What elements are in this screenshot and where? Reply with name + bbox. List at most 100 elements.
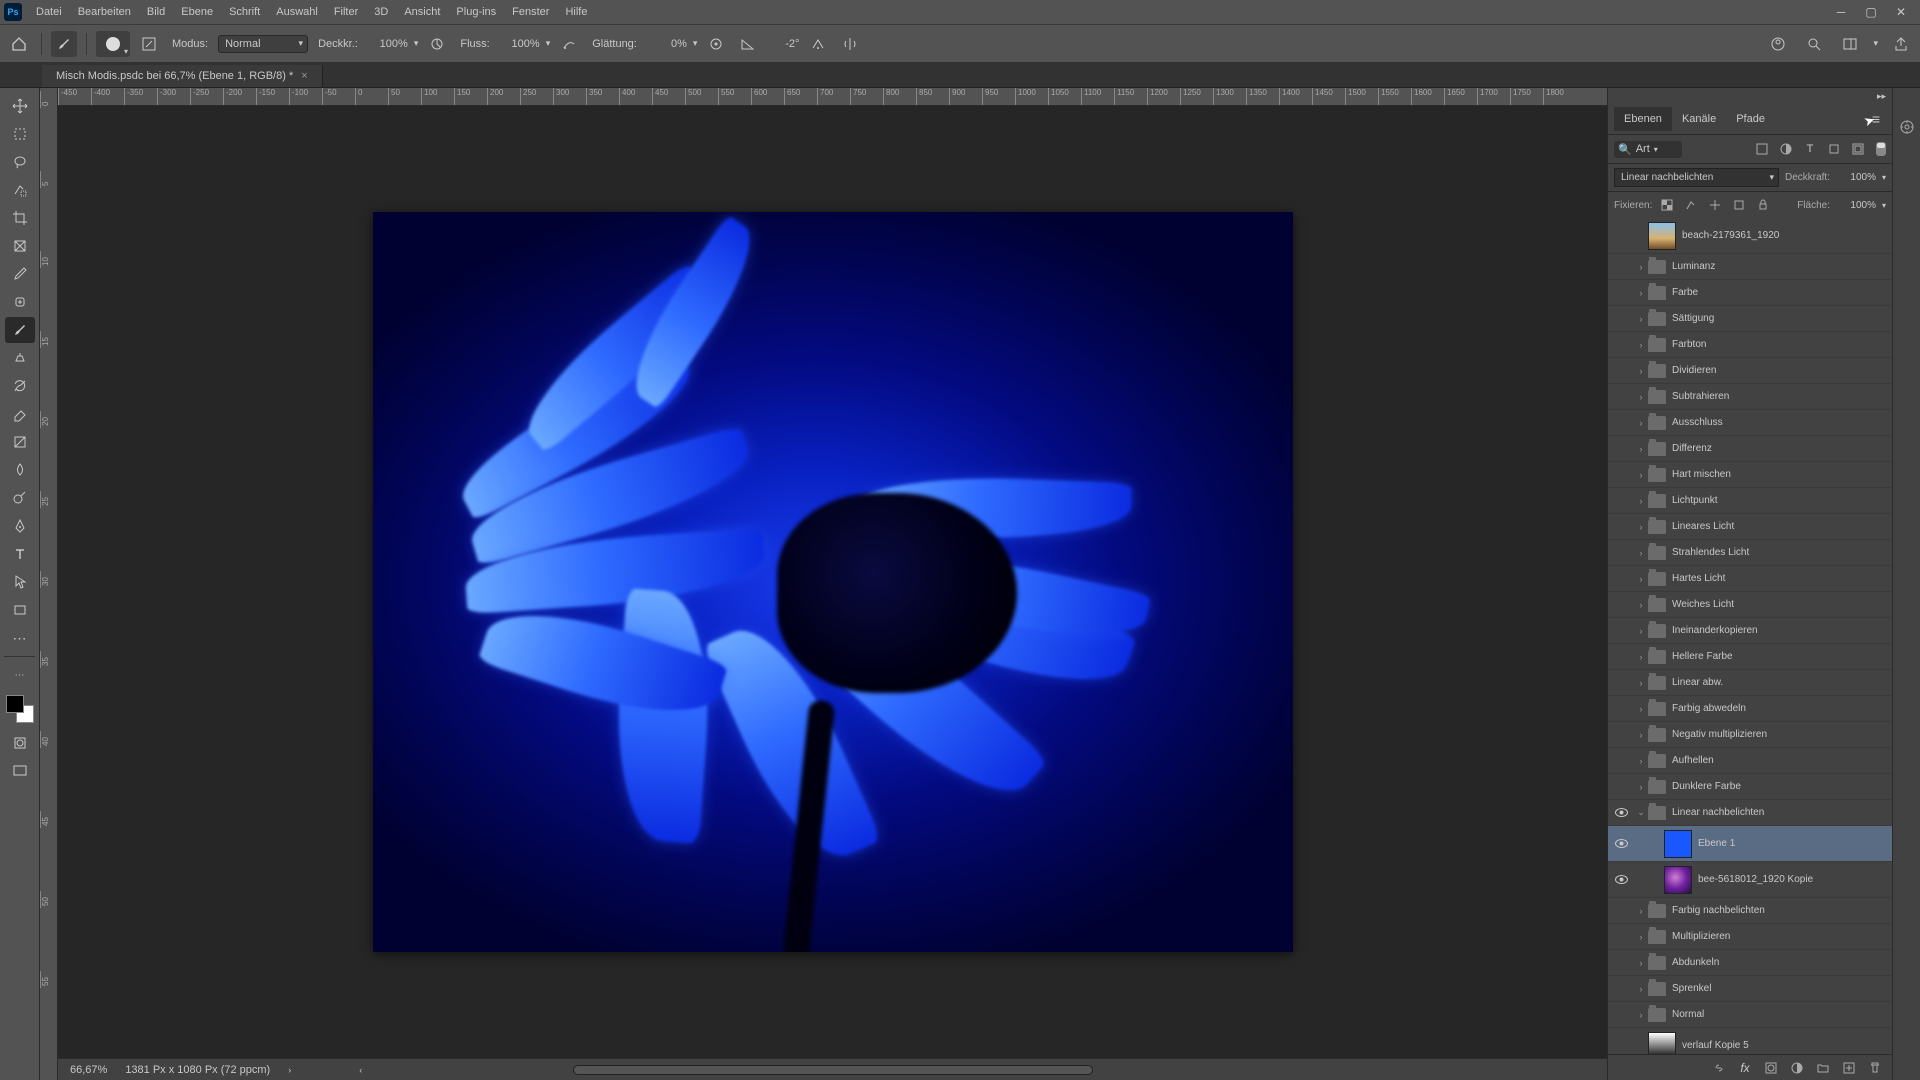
delete-layer-icon[interactable]: [1866, 1059, 1884, 1077]
layer-name[interactable]: bee-5618012_1920 Kopie: [1698, 874, 1886, 885]
layer-name[interactable]: Weiches Licht: [1672, 599, 1886, 610]
lasso-tool[interactable]: [5, 149, 35, 175]
layer-group[interactable]: › Hart mischen: [1608, 462, 1892, 488]
layer-fill-value[interactable]: 100%: [1836, 200, 1876, 211]
brush-tool-icon[interactable]: [51, 31, 77, 57]
layer-group[interactable]: › Ausschluss: [1608, 410, 1892, 436]
filter-adjustment-icon[interactable]: [1776, 139, 1796, 159]
gradient-tool[interactable]: [5, 429, 35, 455]
close-icon[interactable]: ×: [301, 70, 307, 82]
layer-opacity-value[interactable]: 100%: [1836, 172, 1876, 183]
layer-name[interactable]: Normal: [1672, 1009, 1886, 1020]
layer-name[interactable]: Abdunkeln: [1672, 957, 1886, 968]
lock-transparent-icon[interactable]: [1658, 196, 1676, 214]
info-dock-icon[interactable]: [1898, 118, 1916, 136]
layer-name[interactable]: Farbig nachbelichten: [1672, 905, 1886, 916]
layer-group[interactable]: ›Farbig nachbelichten: [1608, 898, 1892, 924]
panel-menu-button[interactable]: ➤≡: [1866, 111, 1886, 127]
brush-tool[interactable]: [5, 317, 35, 343]
visibility-toggle[interactable]: [1608, 805, 1634, 820]
layer-item[interactable]: beach-2179361_1920: [1608, 218, 1892, 254]
layer-name[interactable]: Hartes Licht: [1672, 573, 1886, 584]
layer-name[interactable]: Luminanz: [1672, 261, 1886, 272]
disclosure-triangle[interactable]: ›: [1634, 262, 1648, 272]
tab-channels[interactable]: Kanäle: [1672, 107, 1726, 131]
blend-mode-select[interactable]: Normal: [218, 35, 308, 53]
layer-group[interactable]: › Sprenkel: [1608, 976, 1892, 1002]
lock-image-icon[interactable]: [1682, 196, 1700, 214]
layer-item[interactable]: verlauf Kopie 5: [1608, 1028, 1892, 1054]
zoom-level[interactable]: 66,67%: [70, 1064, 107, 1076]
filter-pixel-icon[interactable]: [1752, 139, 1772, 159]
pen-tool[interactable]: [5, 513, 35, 539]
workspace-icon[interactable]: [1837, 31, 1863, 57]
menu-ansicht[interactable]: Ansicht: [396, 0, 448, 24]
layer-group[interactable]: ›Ineinanderkopieren: [1608, 618, 1892, 644]
brush-panel-icon[interactable]: [136, 31, 162, 57]
layer-group[interactable]: › Subtrahieren: [1608, 384, 1892, 410]
disclosure-triangle[interactable]: ›: [1634, 984, 1648, 994]
flow-value[interactable]: 100%: [500, 38, 540, 50]
layer-name[interactable]: Farbe: [1672, 287, 1886, 298]
layer-name[interactable]: Sprenkel: [1672, 983, 1886, 994]
disclosure-triangle[interactable]: ›: [1634, 600, 1648, 610]
eraser-tool[interactable]: [5, 401, 35, 427]
disclosure-triangle[interactable]: ›: [1634, 470, 1648, 480]
artboard[interactable]: [373, 212, 1293, 952]
layer-name[interactable]: Ausschluss: [1672, 417, 1886, 428]
smoothing-value[interactable]: 0%: [647, 38, 687, 50]
path-select-tool[interactable]: [5, 569, 35, 595]
disclosure-triangle[interactable]: ›: [1634, 932, 1648, 942]
edit-toolbar[interactable]: ⋯: [5, 662, 35, 688]
link-layers-icon[interactable]: [1710, 1059, 1728, 1077]
disclosure-triangle[interactable]: ›: [1634, 340, 1648, 350]
layer-group[interactable]: ›Farbe: [1608, 280, 1892, 306]
healing-brush-tool[interactable]: [5, 289, 35, 315]
layer-name[interactable]: Hellere Farbe: [1672, 651, 1886, 662]
layer-thumbnail[interactable]: [1648, 222, 1676, 250]
horizontal-scrollbar[interactable]: [573, 1065, 1093, 1075]
layer-group[interactable]: ›Strahlendes Licht: [1608, 540, 1892, 566]
lock-position-icon[interactable]: [1706, 196, 1724, 214]
angle-value[interactable]: -2°: [767, 38, 799, 50]
layer-name[interactable]: Subtrahieren: [1672, 391, 1886, 402]
close-button[interactable]: ✕: [1886, 0, 1916, 24]
layer-group[interactable]: ›Farbig abwedeln: [1608, 696, 1892, 722]
rectangle-tool[interactable]: [5, 597, 35, 623]
layer-name[interactable]: Ineinanderkopieren: [1672, 625, 1886, 636]
menu-plug-ins[interactable]: Plug-ins: [448, 0, 504, 24]
menu-filter[interactable]: Filter: [326, 0, 366, 24]
layer-group[interactable]: ›Negativ multiplizieren: [1608, 722, 1892, 748]
type-tool[interactable]: [5, 541, 35, 567]
disclosure-triangle[interactable]: ›: [1634, 392, 1648, 402]
crop-tool[interactable]: [5, 205, 35, 231]
layer-group[interactable]: ›Multiplizieren: [1608, 924, 1892, 950]
filter-type-icon[interactable]: T: [1800, 139, 1820, 159]
clone-stamp-tool[interactable]: [5, 345, 35, 371]
layer-name[interactable]: Lineares Licht: [1672, 521, 1886, 532]
disclosure-triangle[interactable]: ›: [1634, 958, 1648, 968]
layer-group[interactable]: ⌄Linear nachbelichten: [1608, 800, 1892, 826]
eyedropper-tool[interactable]: [5, 261, 35, 287]
disclosure-triangle[interactable]: ›: [1634, 782, 1648, 792]
layer-filter-type[interactable]: 🔍 Art ▾: [1614, 141, 1682, 158]
layer-item[interactable]: bee-5618012_1920 Kopie: [1608, 862, 1892, 898]
layer-group[interactable]: ›Sättigung: [1608, 306, 1892, 332]
quick-select-tool[interactable]: [5, 177, 35, 203]
layer-group[interactable]: ›Hartes Licht: [1608, 566, 1892, 592]
pressure-size-icon[interactable]: [805, 31, 831, 57]
layer-group[interactable]: ›Dunklere Farbe: [1608, 774, 1892, 800]
filter-toggle[interactable]: [1876, 142, 1886, 156]
layer-name[interactable]: Hart mischen: [1672, 469, 1886, 480]
layer-list[interactable]: beach-2179361_1920›Luminanz›Farbe›Sättig…: [1608, 218, 1892, 1054]
smoothing-options-icon[interactable]: [703, 31, 729, 57]
disclosure-triangle[interactable]: ›: [1634, 652, 1648, 662]
layer-group[interactable]: ›Aufhellen: [1608, 748, 1892, 774]
layer-name[interactable]: Differenz: [1672, 443, 1886, 454]
layer-thumbnail[interactable]: [1648, 1032, 1676, 1055]
menu-bearbeiten[interactable]: Bearbeiten: [70, 0, 139, 24]
disclosure-triangle[interactable]: ›: [1634, 418, 1648, 428]
layer-group[interactable]: › Weiches Licht: [1608, 592, 1892, 618]
layer-name[interactable]: Farbig abwedeln: [1672, 703, 1886, 714]
disclosure-triangle[interactable]: ›: [1634, 730, 1648, 740]
